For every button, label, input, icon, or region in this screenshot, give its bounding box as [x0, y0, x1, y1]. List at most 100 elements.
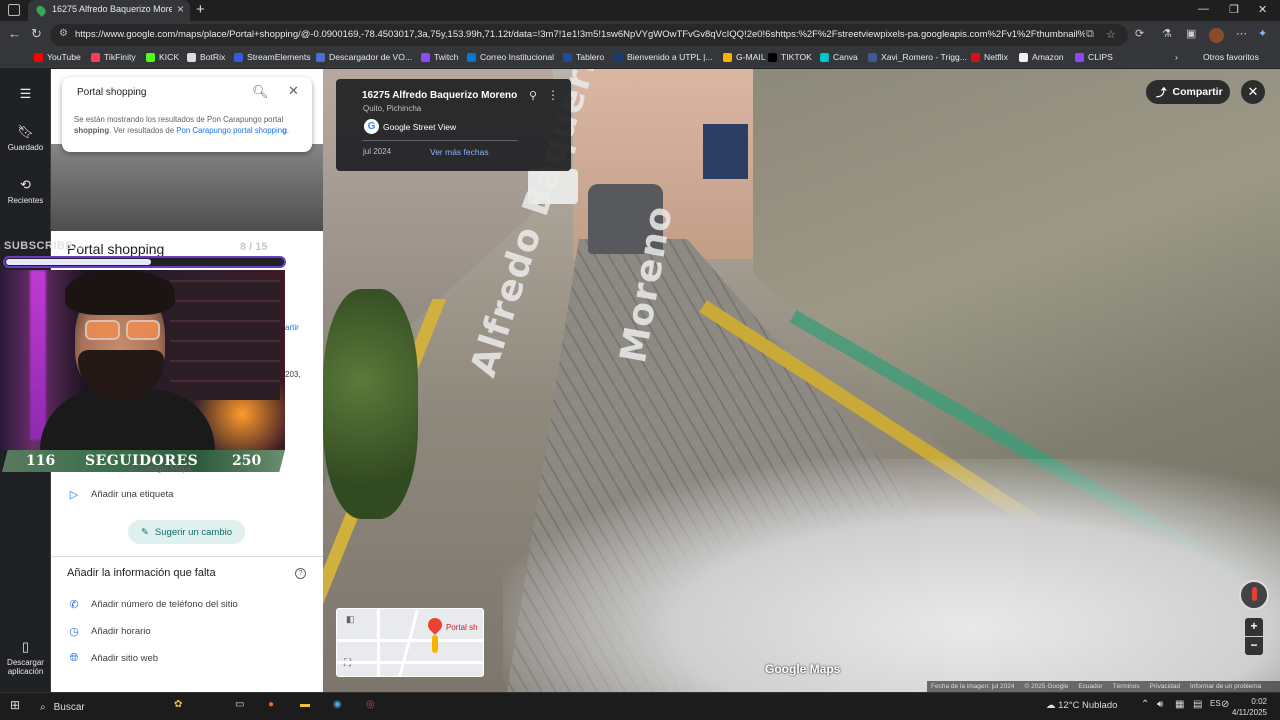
new-tab-icon[interactable]: + [196, 1, 205, 18]
bookmark-item[interactable]: StreamElements [234, 52, 311, 62]
file-explorer-icon[interactable]: ▬ [300, 699, 310, 710]
close-street-view-icon[interactable]: ✕ [1241, 80, 1265, 104]
other-bookmarks[interactable]: Otros favoritos [1203, 52, 1259, 62]
expand-icon[interactable]: ⛶ [344, 658, 351, 669]
site-info-icon[interactable]: ⚙ [59, 28, 68, 39]
extension-puzzle-icon[interactable]: ⚗ [1162, 27, 1172, 40]
obs-icon[interactable]: ◎ [366, 699, 375, 710]
profile-avatar[interactable] [1209, 28, 1224, 43]
download-app-button[interactable]: ▯ Descargar aplicación [0, 639, 51, 676]
attribution-item[interactable]: Informar de un problema [1190, 683, 1261, 690]
menu-button[interactable]: ☰ [0, 86, 51, 105]
compass-control[interactable] [1239, 580, 1269, 610]
add-website-row[interactable]: 🌐︎ Añadir sitio web [67, 652, 158, 665]
bookmark-label: KICK [159, 52, 180, 62]
bookmark-item[interactable]: Correo Institucional [467, 52, 554, 62]
bookmark-label: Tablero [576, 52, 605, 62]
maximize-icon[interactable]: ❐ [1229, 3, 1239, 16]
bookmark-item[interactable]: YouTube [34, 52, 81, 62]
bookmark-favicon-icon [234, 52, 243, 62]
bookmark-item[interactable]: TIKTOK [768, 52, 812, 62]
bookmark-item[interactable]: Descargador de VO... [316, 52, 412, 62]
task-view-icon[interactable]: ▭ [235, 699, 244, 710]
missing-info-heading: Añadir la información que falta [67, 567, 216, 579]
extensions-icon[interactable]: ⟳ [1135, 27, 1144, 40]
history-icon: ⟲ [20, 177, 31, 192]
bookmark-favicon-icon [868, 52, 877, 62]
background-shelf [170, 280, 280, 400]
bookmark-item[interactable]: CLIPS [1075, 52, 1113, 62]
bookmark-item[interactable]: Twitch [421, 52, 458, 62]
tray-app-icon[interactable]: ▤ [1193, 699, 1202, 710]
add-label-row[interactable]: ▷ Añadir una etiqueta [67, 488, 174, 501]
clock[interactable]: 0:02 4/11/2025 [1232, 696, 1267, 718]
taskbar-search[interactable]: ⌕ Buscar [32, 696, 222, 718]
attribution-item[interactable]: Privacidad [1150, 683, 1180, 690]
zoom-out-button[interactable]: − [1245, 637, 1263, 655]
menu-icon[interactable]: ⋯ [1236, 27, 1247, 40]
extension-icon[interactable]: ▣ [1186, 27, 1196, 40]
saved-button[interactable]: 🔖︎ Guardado [0, 124, 51, 152]
gemini-icon[interactable]: ✦ [1258, 27, 1267, 40]
bookmarks-overflow-icon[interactable]: › [1175, 52, 1178, 62]
attribution-item[interactable]: Términos [1113, 683, 1140, 690]
address-bar[interactable]: ⚙ https://www.google.com/maps/place/Port… [50, 24, 1128, 46]
url-text[interactable]: https://www.google.com/maps/place/Portal… [75, 29, 1085, 40]
bookmark-item[interactable]: Tablero [563, 52, 604, 62]
attribution-item[interactable]: Ecuador [1078, 683, 1102, 690]
tab-close-icon[interactable]: × [177, 2, 184, 16]
place-photo[interactable] [51, 144, 323, 231]
edge-icon[interactable]: ◉ [333, 699, 342, 710]
window-close-icon[interactable]: ✕ [1258, 3, 1267, 16]
suggest-edit-button[interactable]: ✎ Sugerir un cambio [128, 520, 245, 544]
install-app-icon[interactable]: ⧉ [1086, 28, 1094, 41]
back-icon[interactable]: ← [8, 26, 21, 41]
close-search-icon[interactable]: ✕ [288, 83, 299, 99]
search-input[interactable]: Portal shopping [77, 87, 147, 98]
tray-sync-icon[interactable]: ⊘ [1221, 699, 1229, 710]
add-hours-row[interactable]: ◷ Añadir horario [67, 625, 150, 638]
bookmark-item[interactable]: Bienvenido a UTPL |... [614, 52, 713, 62]
bookmark-item[interactable]: Amazon [1019, 52, 1064, 62]
share-button[interactable]: ⤴ Compartir [1146, 80, 1230, 104]
alt-results-link[interactable]: Pon Carapungo portal shopping [176, 126, 287, 135]
bookmark-item[interactable]: Canva [820, 52, 858, 62]
tray-chevron-icon[interactable]: ⌃ [1141, 699, 1149, 710]
phone-icon: ✆ [69, 599, 79, 611]
share-partial[interactable]: artir [285, 323, 299, 332]
bookmark-label: G-MAIL [736, 52, 766, 62]
compass-needle-icon [1252, 587, 1257, 601]
bookmark-item[interactable]: G-MAIL [723, 52, 766, 62]
weather-widget[interactable]: ☁︎ 12°C Nublado [1046, 700, 1117, 711]
layers-icon[interactable]: ◧ [346, 614, 355, 625]
bookmark-item[interactable]: KICK [146, 52, 179, 62]
firefox-icon[interactable]: ● [268, 699, 274, 710]
add-phone-row[interactable]: ✆ Añadir número de teléfono del sitio [67, 598, 237, 611]
search-icon[interactable]: 🔍︎ [252, 84, 269, 100]
bookmark-star-icon[interactable]: ☆ [1106, 28, 1116, 41]
tab-active[interactable]: 16275 Alfredo Baquerizo Moreno × [28, 0, 190, 21]
help-icon[interactable]: ? [295, 568, 306, 579]
more-dates-link[interactable]: Ver más fechas [430, 147, 489, 157]
panel-divider [51, 556, 323, 557]
bookmark-item[interactable]: Netflix [971, 52, 1008, 62]
bookmark-item[interactable]: Xavi_Romero - Trigg... [868, 52, 967, 62]
bookmark-favicon-icon [1019, 52, 1028, 62]
recent-button[interactable]: ⟲ Recientes [0, 177, 51, 205]
more-options-icon[interactable]: ⋮ [547, 88, 559, 102]
zoom-in-button[interactable]: + [1245, 618, 1263, 636]
minimize-icon[interactable]: — [1198, 3, 1209, 15]
window-menu-icon[interactable] [8, 4, 20, 16]
bookmark-item[interactable]: BotRix [187, 52, 225, 62]
start-icon[interactable]: ⊞ [10, 698, 20, 712]
network-icon[interactable]: ▦ [1175, 699, 1184, 710]
bookmark-item[interactable]: TikFinity [91, 52, 136, 62]
search-highlight-icon[interactable]: ✿ [174, 699, 182, 710]
reload-icon[interactable]: ↻ [31, 26, 42, 42]
language-icon[interactable]: ES [1210, 699, 1221, 708]
volume-icon[interactable]: 🔊︎ [1157, 699, 1163, 710]
bookmark-label: Xavi_Romero - Trigg... [881, 52, 967, 62]
location-pin-icon[interactable]: ⚲ [529, 89, 537, 102]
minimap[interactable]: ◧ Portal sh ⛶ [336, 608, 484, 677]
hamburger-icon: ☰ [19, 86, 32, 101]
